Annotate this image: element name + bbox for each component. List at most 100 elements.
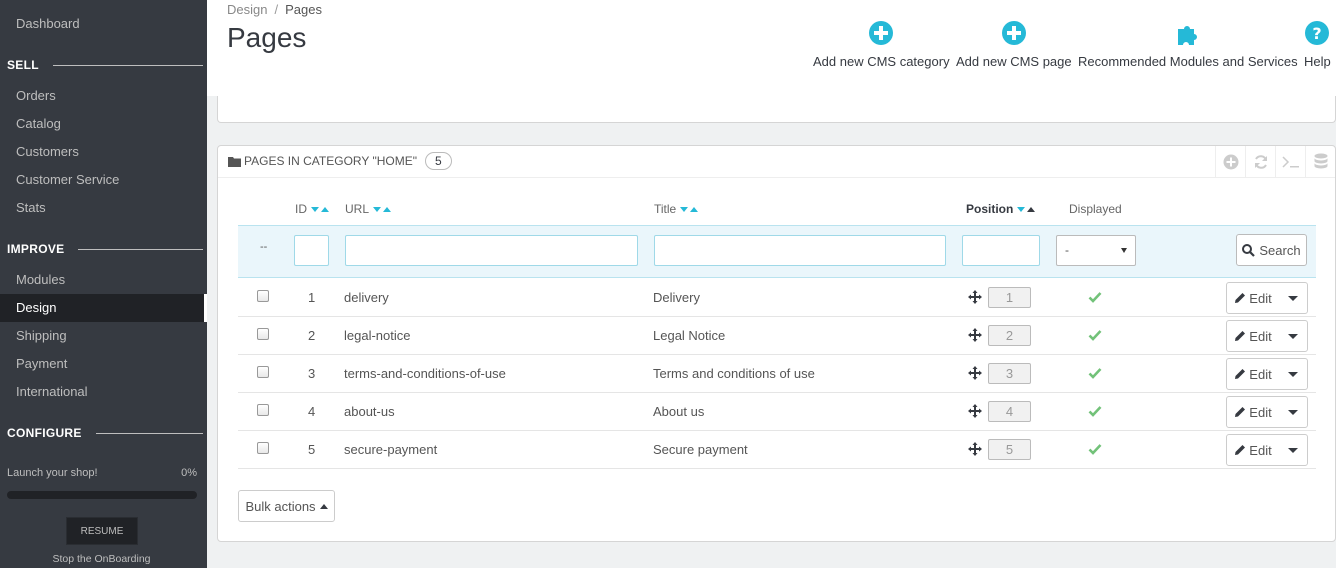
filter-title-input[interactable] bbox=[654, 235, 946, 266]
sidebar-item-customer-service[interactable]: Customer Service bbox=[0, 166, 207, 194]
check-icon[interactable] bbox=[1088, 442, 1102, 456]
chevron-up-icon bbox=[319, 503, 328, 509]
table-row: 2 legal-notice Legal Notice 2 Edit bbox=[238, 317, 1316, 355]
breadcrumb-design[interactable]: Design bbox=[227, 2, 267, 17]
row-title: Delivery bbox=[653, 290, 700, 305]
add-cms-page-button[interactable]: Add new CMS page bbox=[956, 20, 1072, 69]
folder-icon bbox=[228, 156, 241, 167]
filter-position-input[interactable] bbox=[962, 235, 1040, 266]
sidebar-item-shipping[interactable]: Shipping bbox=[0, 322, 207, 350]
col-header-position[interactable]: Position bbox=[966, 202, 1036, 216]
row-checkbox[interactable] bbox=[257, 366, 269, 378]
sort-icon[interactable] bbox=[680, 206, 699, 212]
row-checkbox[interactable] bbox=[257, 290, 269, 302]
edit-button-group: Edit bbox=[1226, 320, 1308, 352]
chevron-down-icon bbox=[1288, 295, 1298, 301]
chevron-down-icon bbox=[1288, 333, 1298, 339]
add-new-icon[interactable] bbox=[1215, 146, 1245, 178]
edit-button[interactable]: Edit bbox=[1227, 359, 1279, 389]
check-icon[interactable] bbox=[1088, 366, 1102, 380]
edit-dropdown-toggle[interactable] bbox=[1279, 321, 1307, 351]
row-checkbox[interactable] bbox=[257, 404, 269, 416]
check-icon[interactable] bbox=[1088, 404, 1102, 418]
col-header-url[interactable]: URL bbox=[345, 202, 392, 216]
filter-displayed-select[interactable]: - bbox=[1056, 235, 1136, 266]
section-configure: CONFIGURE bbox=[7, 426, 203, 440]
sidebar-item-design[interactable]: Design bbox=[0, 294, 207, 322]
check-icon[interactable] bbox=[1088, 328, 1102, 342]
help-button[interactable]: ? Help bbox=[1304, 20, 1331, 69]
edit-dropdown-toggle[interactable] bbox=[1279, 435, 1307, 465]
edit-button[interactable]: Edit bbox=[1227, 283, 1279, 313]
col-header-id[interactable]: ID bbox=[295, 202, 329, 216]
row-title: Legal Notice bbox=[653, 328, 726, 343]
count-badge: 5 bbox=[425, 152, 452, 170]
chevron-down-icon bbox=[1288, 371, 1298, 377]
sidebar-item-payment[interactable]: Payment bbox=[0, 350, 207, 378]
sort-icon[interactable] bbox=[373, 206, 392, 212]
edit-button-group: Edit bbox=[1226, 282, 1308, 314]
sidebar-item-international[interactable]: International bbox=[0, 378, 207, 406]
recommended-modules-button[interactable]: Recommended Modules and Services bbox=[1078, 20, 1298, 69]
add-cms-category-button[interactable]: Add new CMS category bbox=[813, 20, 950, 69]
table-row: 4 about-us About us 4 Edit bbox=[238, 393, 1316, 431]
col-header-title[interactable]: Title bbox=[654, 202, 699, 216]
sidebar-item-modules[interactable]: Modules bbox=[0, 266, 207, 294]
launch-percent: 0% bbox=[181, 467, 197, 479]
row-position: 4 bbox=[988, 401, 1031, 422]
row-title: Terms and conditions of use bbox=[653, 366, 815, 381]
drag-move-icon[interactable] bbox=[968, 404, 982, 418]
database-icon[interactable] bbox=[1305, 146, 1335, 178]
row-url: secure-payment bbox=[344, 442, 438, 457]
filter-panel bbox=[217, 96, 1336, 123]
chevron-down-icon bbox=[1288, 409, 1298, 415]
drag-move-icon[interactable] bbox=[968, 366, 982, 380]
section-improve: IMPROVE bbox=[7, 242, 203, 256]
sidebar: Dashboard SELL Orders Catalog Customers … bbox=[0, 0, 207, 568]
filter-url-input[interactable] bbox=[345, 235, 638, 266]
launch-label: Launch your shop! bbox=[7, 467, 98, 479]
row-title: About us bbox=[653, 404, 705, 419]
row-id: 4 bbox=[308, 404, 316, 419]
col-header-displayed: Displayed bbox=[1069, 202, 1122, 216]
row-checkbox[interactable] bbox=[257, 442, 269, 454]
resume-button[interactable]: RESUME bbox=[66, 517, 138, 545]
edit-dropdown-toggle[interactable] bbox=[1279, 359, 1307, 389]
table-row: 3 terms-and-conditions-of-use Terms and … bbox=[238, 355, 1316, 393]
check-icon[interactable] bbox=[1088, 290, 1102, 304]
sidebar-item-catalog[interactable]: Catalog bbox=[0, 110, 207, 138]
edit-button[interactable]: Edit bbox=[1227, 435, 1279, 465]
refresh-icon[interactable] bbox=[1245, 146, 1275, 178]
launch-status: Launch your shop! 0% bbox=[7, 467, 197, 479]
row-position: 1 bbox=[988, 287, 1031, 308]
row-checkbox[interactable] bbox=[257, 328, 269, 340]
drag-move-icon[interactable] bbox=[968, 442, 982, 456]
row-id: 5 bbox=[308, 442, 316, 457]
panel-title: PAGES IN CATEGORY "HOME" 5 bbox=[228, 152, 452, 170]
bulk-actions-button[interactable]: Bulk actions bbox=[238, 490, 335, 522]
row-url: legal-notice bbox=[344, 328, 411, 343]
edit-dropdown-toggle[interactable] bbox=[1279, 397, 1307, 427]
edit-dropdown-toggle[interactable] bbox=[1279, 283, 1307, 313]
sidebar-item-customers[interactable]: Customers bbox=[0, 138, 207, 166]
sort-icon[interactable] bbox=[311, 206, 329, 212]
sidebar-item-stats[interactable]: Stats bbox=[0, 194, 207, 222]
row-id: 1 bbox=[308, 290, 316, 305]
pencil-icon bbox=[1235, 331, 1246, 341]
drag-move-icon[interactable] bbox=[968, 290, 982, 304]
filter-id-input[interactable] bbox=[294, 235, 329, 266]
row-position: 5 bbox=[988, 439, 1031, 460]
row-url: terms-and-conditions-of-use bbox=[344, 366, 506, 381]
panel-heading: PAGES IN CATEGORY "HOME" 5 bbox=[218, 146, 1335, 178]
sort-icon[interactable] bbox=[1017, 206, 1036, 212]
edit-button[interactable]: Edit bbox=[1227, 397, 1279, 427]
row-id: 2 bbox=[308, 328, 316, 343]
row-url: about-us bbox=[344, 404, 395, 419]
terminal-icon[interactable] bbox=[1275, 146, 1305, 178]
search-button[interactable]: Search bbox=[1236, 234, 1307, 266]
stop-onboarding-link[interactable]: Stop the OnBoarding bbox=[0, 553, 203, 565]
sidebar-item-orders[interactable]: Orders bbox=[0, 82, 207, 110]
drag-move-icon[interactable] bbox=[968, 328, 982, 342]
edit-button[interactable]: Edit bbox=[1227, 321, 1279, 351]
sidebar-item-dashboard[interactable]: Dashboard bbox=[0, 10, 207, 38]
